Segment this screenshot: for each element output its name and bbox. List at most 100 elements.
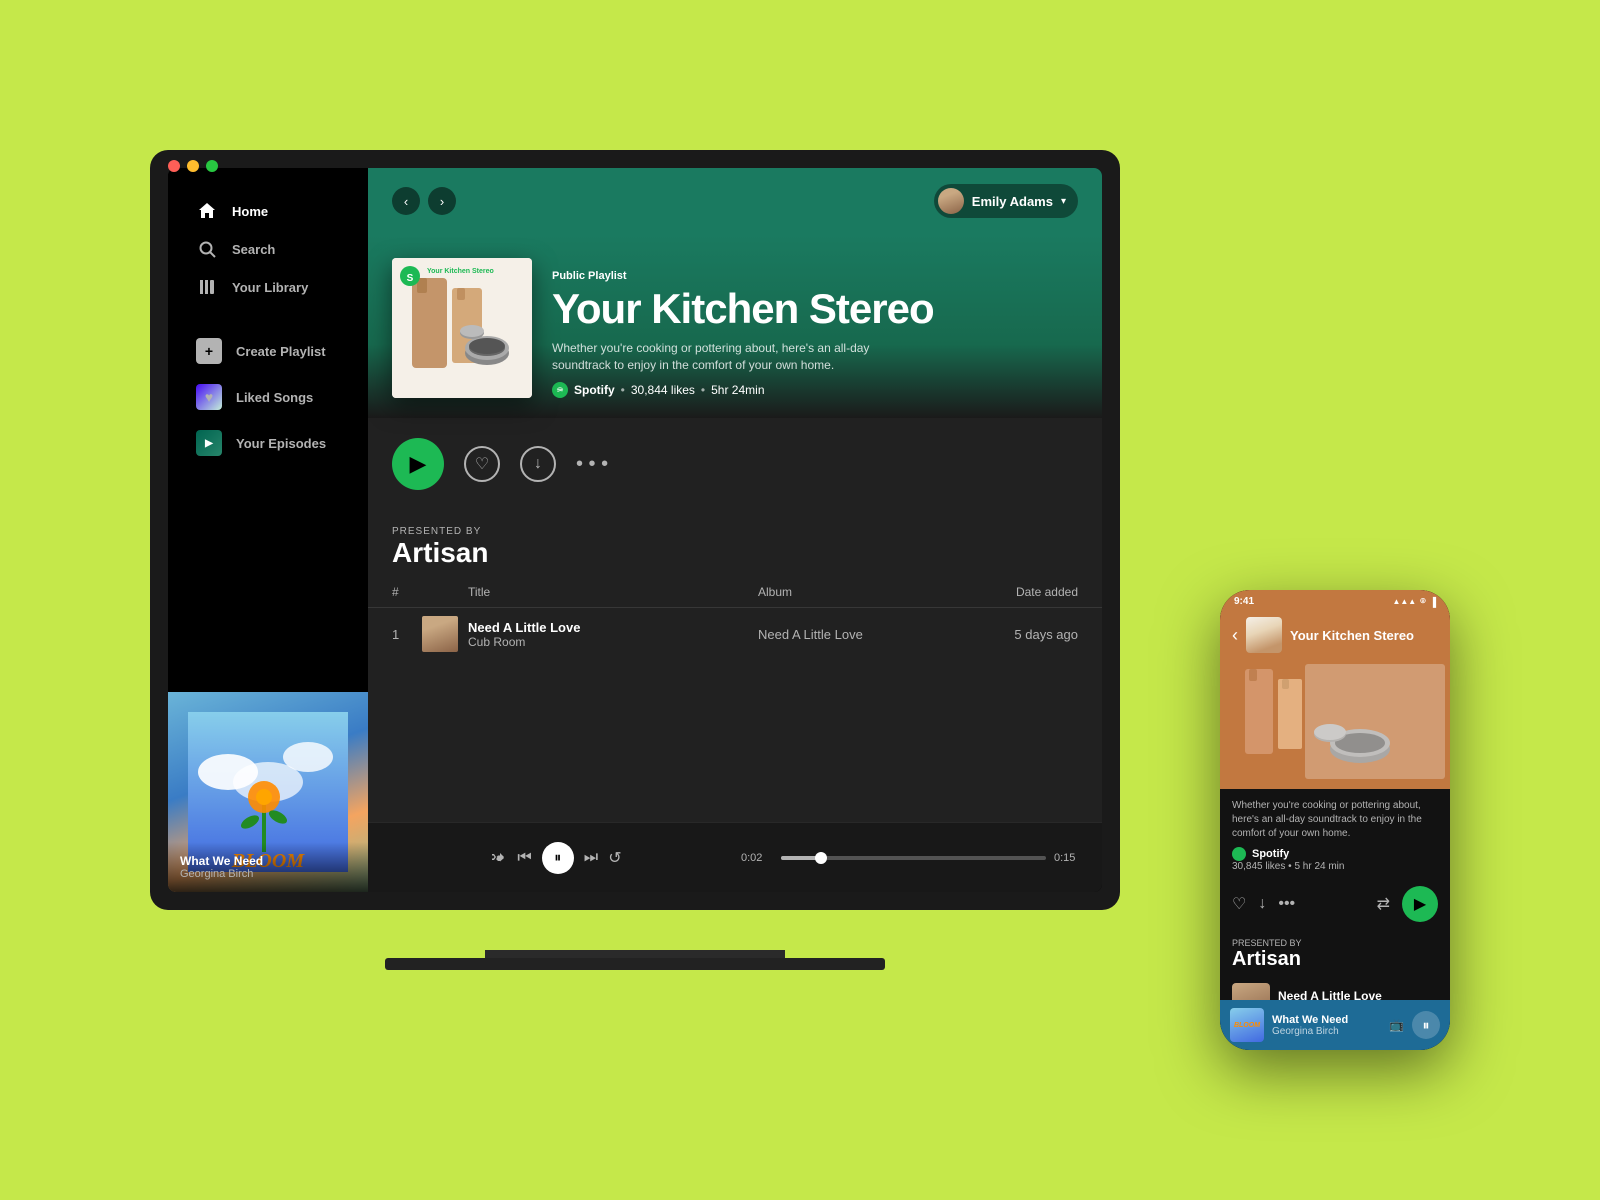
phone-action-group-left: ♡ ↓ •••	[1232, 894, 1295, 914]
sidebar-item-home[interactable]: Home	[184, 192, 352, 230]
col-header-title: Title	[468, 585, 758, 599]
user-name: Emily Adams	[972, 194, 1053, 209]
phone-track-info-1: Need A Little Love Cub Room	[1278, 989, 1415, 1000]
plus-icon: +	[196, 338, 222, 364]
phone-actions: ♡ ↓ ••• ⇄ ▶	[1220, 878, 1450, 930]
phone-status-bar: 9:41 ▲▲▲ ⌾ ▐	[1220, 590, 1450, 611]
phone-download-button[interactable]: ↓	[1258, 895, 1266, 913]
sidebar-now-playing: BLOOM What We Need Georgina Birch	[168, 692, 368, 892]
phone-presented-by: Presented by Artisan	[1220, 930, 1450, 975]
signal-icon: ▲▲▲	[1392, 597, 1416, 606]
progress-thumb	[815, 852, 827, 864]
sidebar-track-artist: Georgina Birch	[180, 868, 356, 880]
phone-likes: 30,845 likes	[1232, 861, 1285, 872]
sidebar-episodes[interactable]: ▶ Your Episodes	[184, 422, 352, 464]
playlist-actions: ▶ ♡ ↓ • • •	[368, 418, 1102, 510]
playlist-hero: S Your Kitchen Stereo Public Playlist Yo…	[368, 234, 1102, 418]
playlist-meta: Spotify • 30,844 likes • 5hr 24min	[552, 382, 1078, 398]
phone-kitchen-svg	[1220, 659, 1450, 789]
spotify-app: Home Search	[168, 168, 1102, 892]
sidebar-item-search[interactable]: Search	[184, 230, 352, 268]
sidebar-nav: Home Search	[168, 168, 368, 314]
battery-icon: ▐	[1430, 597, 1436, 607]
maximize-icon[interactable]	[206, 160, 218, 172]
play-button[interactable]: ▶	[392, 438, 444, 490]
shuffle-button[interactable]	[491, 850, 507, 866]
phone-track-thumb-1	[1232, 983, 1270, 1000]
playlist-duration: 5hr 24min	[711, 383, 764, 397]
minimize-icon[interactable]	[187, 160, 199, 172]
forward-button[interactable]: ›	[428, 187, 456, 215]
svg-text:Your Kitchen Stereo: Your Kitchen Stereo	[427, 268, 494, 275]
sidebar-album-info: What We Need Georgina Birch	[168, 842, 368, 892]
mini-track-name: What We Need	[1272, 1014, 1381, 1026]
presented-by-label: Presented by	[392, 526, 1078, 537]
mini-track-artist: Georgina Birch	[1272, 1026, 1381, 1037]
laptop-screen: Home Search	[168, 168, 1102, 892]
nav-arrows: ‹ ›	[392, 187, 456, 215]
wifi-icon: ⌾	[1420, 596, 1425, 607]
track-artist: Cub Room	[468, 635, 758, 649]
track-list-header: # Title Album Date added	[368, 577, 1102, 608]
playlist-description: Whether you're cooking or pottering abou…	[552, 340, 912, 374]
topbar: ‹ › Emily Adams ▾	[368, 168, 1102, 234]
phone-like-button[interactable]: ♡	[1232, 894, 1246, 914]
col-header-num: #	[392, 585, 422, 599]
phone-more-button[interactable]: •••	[1278, 895, 1295, 913]
sidebar-library-section: + Create Playlist ♥ Liked Songs ▶ Your E…	[168, 322, 368, 472]
phone-creator: Spotify	[1252, 848, 1289, 860]
phone-status-icons: ▲▲▲ ⌾ ▐	[1392, 596, 1436, 607]
sidebar-create-playlist[interactable]: + Create Playlist	[184, 330, 352, 372]
sidebar-liked-songs[interactable]: ♥ Liked Songs	[184, 376, 352, 418]
mini-cast-button[interactable]: 📺	[1389, 1018, 1404, 1032]
spotify-logo-icon	[552, 382, 568, 398]
sidebar: Home Search	[168, 168, 368, 892]
track-album: Need A Little Love	[758, 627, 958, 642]
progress-bar[interactable]	[781, 856, 1046, 860]
playlist-info: Public Playlist Your Kitchen Stereo Whet…	[552, 270, 1078, 398]
current-time: 0:02	[741, 852, 773, 864]
sidebar-track-title: What We Need	[180, 854, 356, 868]
phone-shuffle-button[interactable]: ⇄	[1377, 894, 1390, 914]
back-button[interactable]: ‹	[392, 187, 420, 215]
phone-mini-player: BLOOM What We Need Georgina Birch 📺 ⏸	[1220, 1000, 1450, 1050]
phone-hero-art	[1220, 659, 1450, 789]
phone-back-button[interactable]: ‹	[1232, 625, 1238, 646]
mini-player-thumb: BLOOM	[1230, 1008, 1264, 1042]
more-button[interactable]: • • •	[576, 453, 608, 476]
col-header-date: Date added	[958, 585, 1078, 599]
download-button[interactable]: ↓	[520, 446, 556, 482]
episodes-label: Your Episodes	[236, 436, 326, 451]
phone-track-list: Need A Little Love Cub Room ••• What You…	[1220, 975, 1450, 1000]
player-controls: ⏮ ⏸ ⏭ ↺	[384, 842, 729, 874]
create-playlist-label: Create Playlist	[236, 344, 326, 359]
phone-playlist-cover	[1246, 617, 1282, 653]
next-button[interactable]: ⏭	[584, 849, 598, 867]
player-pause-button[interactable]: ⏸	[542, 842, 574, 874]
mini-pause-button[interactable]: ⏸	[1412, 1011, 1440, 1039]
kitchen-cover-svg: S Your Kitchen Stereo	[392, 258, 532, 398]
user-badge[interactable]: Emily Adams ▾	[934, 184, 1078, 218]
repeat-button[interactable]: ↺	[608, 848, 621, 868]
player-bar: ⏮ ⏸ ⏭ ↺ 0:02 0:15	[368, 822, 1102, 892]
track-date-added: 5 days ago	[958, 627, 1078, 642]
phone-hero-desc: Whether you're cooking or pottering abou…	[1220, 789, 1450, 878]
track-info: Need A Little Love Cub Room	[468, 620, 758, 649]
playlist-likes: 30,844 likes	[631, 383, 695, 397]
sponsor-name: Artisan	[392, 537, 1078, 569]
phone-description: Whether you're cooking or pottering abou…	[1232, 799, 1438, 841]
laptop: Home Search	[150, 150, 1120, 970]
phone-play-button[interactable]: ▶	[1402, 886, 1438, 922]
sidebar-item-library[interactable]: Your Library	[184, 268, 352, 306]
prev-button[interactable]: ⏮	[517, 849, 531, 867]
phone-track-row[interactable]: Need A Little Love Cub Room •••	[1220, 975, 1450, 1000]
close-icon[interactable]	[168, 160, 180, 172]
heart-icon: ♥	[196, 384, 222, 410]
phone-screen: 9:41 ▲▲▲ ⌾ ▐ ‹ Your Kitchen Stereo	[1220, 590, 1450, 1050]
laptop-base	[385, 958, 885, 970]
table-row[interactable]: 1 Need A Little Love Cub Room Need A Lit…	[368, 608, 1102, 660]
phone-topbar: ‹ Your Kitchen Stereo	[1220, 611, 1450, 659]
main-content: ‹ › Emily Adams ▾	[368, 168, 1102, 892]
like-button[interactable]: ♡	[464, 446, 500, 482]
episodes-icon: ▶	[196, 430, 222, 456]
